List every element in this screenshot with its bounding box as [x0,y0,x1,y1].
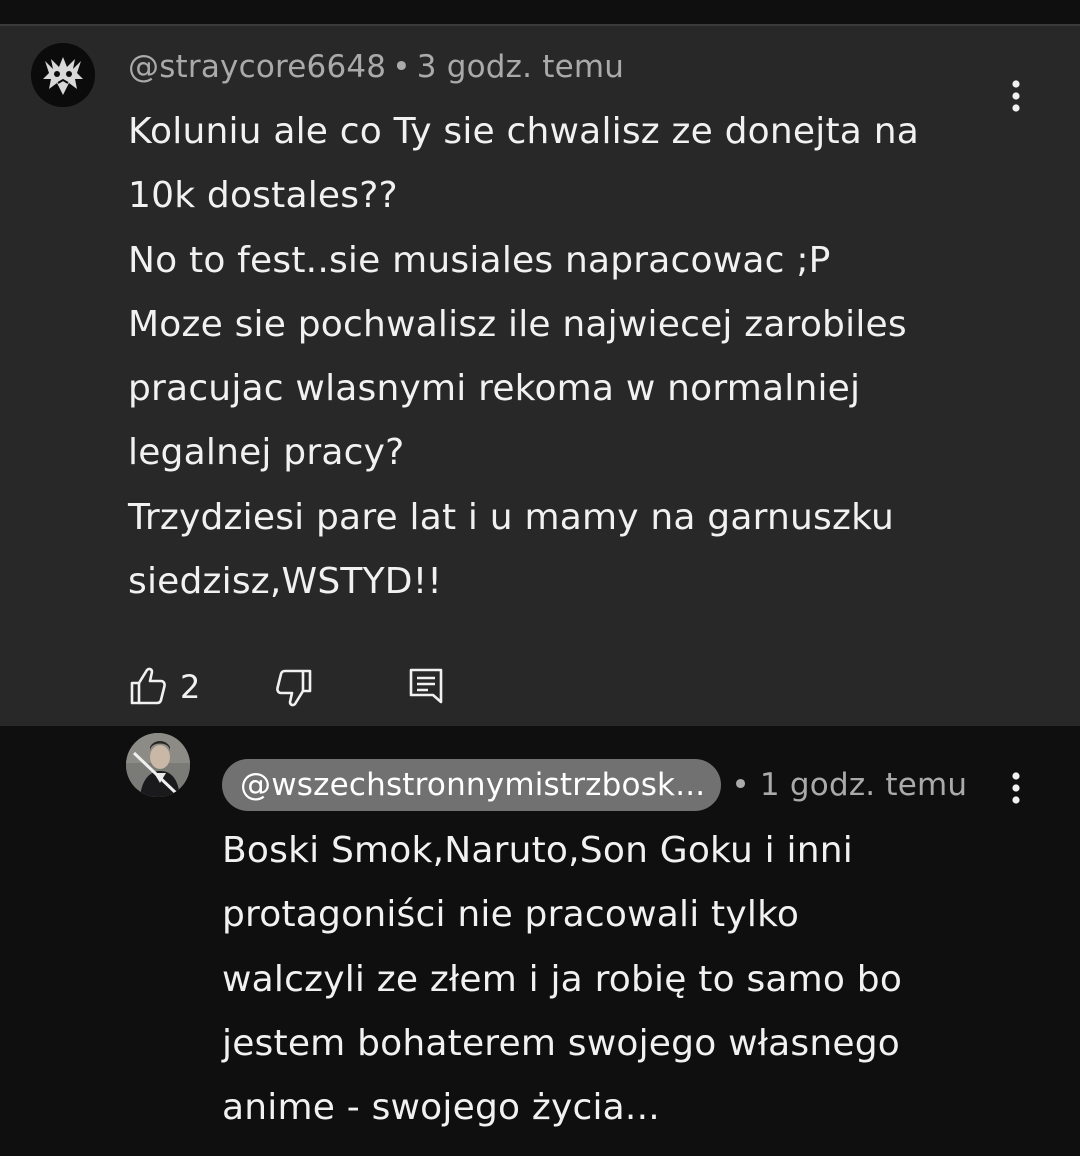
reply-text-line: anime - swojego życia... [222,1087,660,1129]
more-vert-icon [1012,772,1020,804]
reply-more-button[interactable] [1001,768,1031,808]
reply-meta: @wszechstronnymistrzbosk... • 1 godz. tem… [222,759,967,811]
comment-text-line: siedzisz,WSTYD!! [128,561,442,603]
comment-thread: @straycore6648 • 3 godz. temu Koluniu ale … [0,24,1080,726]
reply-text-line: walczyli ze złem i ja robię to samo bo [222,958,903,1000]
avatar-image [31,43,95,107]
reply-comment-icon [409,668,443,704]
comment-meta: @straycore6648 • 3 godz. temu [128,49,624,85]
comment-text-line: 10k dostales?? [128,175,398,217]
reply-author-handle[interactable]: @wszechstronnymistrzbosk... [222,759,722,811]
comment-text: Koluniu ale co Ty sie chwalisz ze donejt… [128,100,1028,614]
reply-button[interactable] [408,664,444,712]
reply-text: Boski Smok,Naruto,Son Goku i inni protag… [222,819,982,1140]
comment-text-line: Koluniu ale co Ty sie chwalisz ze donejt… [128,111,919,152]
reply-avatar[interactable] [126,733,190,797]
reply-timestamp[interactable]: 1 godz. temu [760,767,967,803]
meta-separator: • [731,767,750,803]
comment-text-line: No to fest..sie musiales napracowac ;P [128,239,831,281]
thumbs-down-icon [276,669,312,707]
meta-separator: • [392,49,411,85]
reply-text-line: Boski Smok,Naruto,Son Goku i inni [222,830,853,871]
comment-text-line: Moze sie pochwalisz ile najwiecej zarobi… [128,303,907,345]
reply-meta-time: • 1 godz. temu [731,759,967,811]
reply-text-line: jestem bohaterem swojego własnego [222,1022,900,1064]
reply-avatar-image [126,733,190,797]
comment-text-line: legalnej pracy? [128,432,405,474]
comment-text-line: pracujac wlasnymi rekoma w normalniej [128,368,861,410]
comment-timestamp[interactable]: 3 godz. temu [417,49,624,85]
like-button[interactable] [128,664,168,712]
dislike-button[interactable] [274,664,314,712]
comment-text-line: Trzydziesi pare lat i u mamy na garnuszk… [128,496,895,538]
avatar[interactable] [31,43,95,107]
comment-author[interactable]: @straycore6648 [128,49,386,85]
like-count: 2 [180,668,201,706]
top-edge [0,0,1080,24]
thumbs-up-icon [130,667,166,705]
reply-text-line: protagoniści nie pracowali tylko [222,894,800,936]
